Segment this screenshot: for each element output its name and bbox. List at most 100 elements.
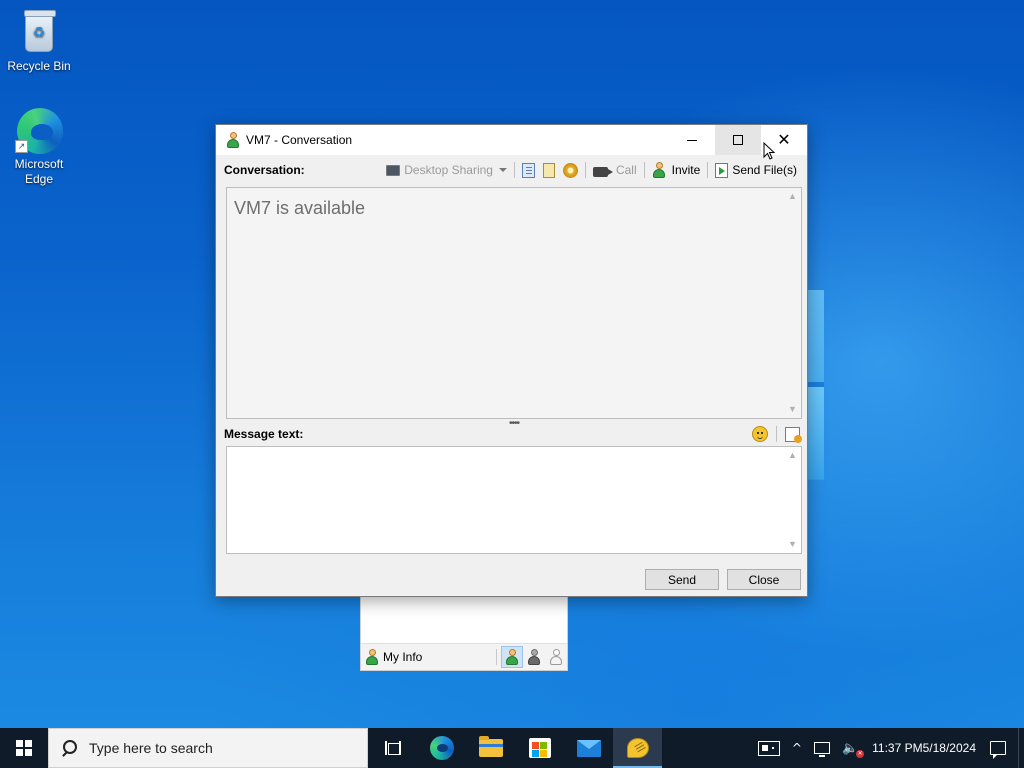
chevron-up-icon: ^ bbox=[791, 741, 802, 755]
store-icon bbox=[528, 738, 551, 758]
text-format-icon[interactable] bbox=[785, 426, 802, 443]
taskbar-messenger-button[interactable] bbox=[613, 728, 662, 768]
close-button[interactable]: Close bbox=[727, 569, 801, 590]
history-button[interactable] bbox=[519, 160, 538, 180]
title-bar[interactable]: VM7 - Conversation ✕ bbox=[216, 125, 807, 155]
taskbar-search-box[interactable]: Type here to search bbox=[48, 728, 368, 768]
offline-person-icon bbox=[549, 649, 563, 665]
call-button[interactable]: Call bbox=[590, 160, 640, 180]
message-input-box: ▲ ▼ bbox=[226, 446, 802, 554]
clock-date: 5/18/2024 bbox=[922, 741, 976, 755]
maximize-button[interactable] bbox=[715, 125, 761, 155]
toolbar-separator bbox=[776, 426, 777, 442]
attach-button[interactable] bbox=[540, 160, 558, 180]
toolbar-separator bbox=[513, 162, 515, 178]
toolbar-separator bbox=[643, 162, 645, 178]
chat-bubble-icon bbox=[626, 738, 649, 758]
task-view-icon bbox=[384, 741, 401, 755]
edge-icon: ↗ bbox=[15, 106, 63, 154]
task-view-button[interactable] bbox=[368, 728, 417, 768]
send-files-button[interactable]: Send File(s) bbox=[712, 160, 800, 180]
message-input[interactable] bbox=[227, 447, 785, 553]
notification-icon bbox=[990, 741, 1006, 759]
mail-icon bbox=[576, 739, 601, 757]
network-button[interactable] bbox=[808, 728, 836, 768]
desktop-sharing-button[interactable]: Desktop Sharing bbox=[383, 160, 510, 180]
conversation-label: Conversation: bbox=[224, 163, 305, 177]
clock[interactable]: 11:37 PM 5/18/2024 bbox=[864, 728, 984, 768]
conversation-toolbar: Desktop Sharing Call Invite Send File(s) bbox=[383, 160, 800, 180]
close-icon: ✕ bbox=[777, 130, 791, 149]
taskbar-edge-button[interactable] bbox=[417, 728, 466, 768]
send-file-icon bbox=[715, 162, 729, 178]
my-info-link[interactable]: My Info bbox=[383, 650, 422, 664]
status-away-button[interactable] bbox=[523, 646, 545, 668]
message-label-row: Message text: bbox=[224, 424, 802, 444]
show-hidden-icons-button[interactable]: ^ bbox=[786, 728, 808, 768]
scroll-down-icon[interactable]: ▼ bbox=[784, 536, 801, 553]
available-person-icon bbox=[505, 649, 519, 665]
contact-list-status-bar: My Info bbox=[361, 643, 567, 670]
toolbar-separator bbox=[584, 162, 586, 178]
mouse-cursor-icon bbox=[763, 142, 775, 160]
scroll-up-icon[interactable]: ▲ bbox=[784, 447, 801, 464]
search-icon bbox=[61, 740, 77, 756]
conversation-app-icon bbox=[226, 132, 240, 148]
taskbar-store-button[interactable] bbox=[515, 728, 564, 768]
status-available-button[interactable] bbox=[501, 646, 523, 668]
message-scrollbar[interactable]: ▲ ▼ bbox=[784, 447, 801, 553]
status-offline-button[interactable] bbox=[545, 646, 567, 668]
desktop-icon-label: Microsoft Edge bbox=[14, 157, 64, 186]
volume-button[interactable]: 🔈 ✕ bbox=[836, 728, 865, 768]
chevron-down-icon bbox=[498, 168, 507, 172]
my-info-icon bbox=[365, 649, 379, 665]
maximize-icon bbox=[733, 135, 743, 145]
call-label: Call bbox=[615, 163, 637, 177]
start-button[interactable] bbox=[0, 728, 48, 768]
away-person-icon bbox=[527, 649, 541, 665]
news-icon bbox=[757, 740, 780, 756]
folder-icon bbox=[478, 736, 503, 757]
volume-muted-icon: 🔈 ✕ bbox=[841, 740, 865, 758]
conversation-toolbar-row: Conversation: Desktop Sharing Call Invit… bbox=[224, 159, 800, 181]
wallpaper-logo-gap bbox=[808, 382, 824, 387]
desktop-sharing-label: Desktop Sharing bbox=[404, 163, 493, 177]
desktop-icon-recycle-bin[interactable]: ♻ Recycle Bin bbox=[3, 8, 75, 74]
conversation-window: VM7 - Conversation ✕ Conversation: Deskt… bbox=[215, 124, 808, 597]
scroll-down-icon[interactable]: ▼ bbox=[784, 401, 801, 418]
desktop-icon-microsoft-edge[interactable]: ↗ Microsoft Edge bbox=[3, 106, 75, 187]
minimize-button[interactable] bbox=[669, 125, 715, 155]
window-title: VM7 - Conversation bbox=[246, 133, 353, 147]
wallpaper-logo-light-lower bbox=[808, 387, 824, 479]
emoticon-icon[interactable] bbox=[752, 426, 768, 442]
desktop: ♻ Recycle Bin ↗ Microsoft Edge My Info V… bbox=[0, 0, 1024, 728]
search-placeholder: Type here to search bbox=[89, 740, 213, 756]
message-text-label: Message text: bbox=[224, 427, 304, 441]
invite-label: Invite bbox=[671, 163, 701, 177]
notifications-button[interactable] bbox=[984, 728, 1012, 768]
caption-buttons: ✕ bbox=[669, 125, 807, 155]
desktop-icon-label: Recycle Bin bbox=[7, 59, 71, 73]
taskbar-file-explorer-button[interactable] bbox=[466, 728, 515, 768]
conversation-scrollbar[interactable]: ▲ ▼ bbox=[784, 188, 801, 418]
message-toolbar bbox=[752, 426, 802, 443]
settings-button[interactable] bbox=[560, 160, 581, 180]
invite-button[interactable]: Invite bbox=[649, 160, 704, 180]
invite-people-icon bbox=[652, 162, 668, 178]
show-desktop-button[interactable] bbox=[1018, 728, 1024, 768]
minimize-icon bbox=[687, 139, 697, 141]
taskbar-mail-button[interactable] bbox=[564, 728, 613, 768]
send-button[interactable]: Send bbox=[645, 569, 719, 590]
recycle-bin-icon: ♻ bbox=[15, 8, 63, 56]
scroll-up-icon[interactable]: ▲ bbox=[784, 188, 801, 205]
news-widget-button[interactable] bbox=[752, 728, 786, 768]
conversation-history[interactable]: VM7 is available ▲ ▼ bbox=[226, 187, 802, 419]
taskbar-apps bbox=[368, 728, 662, 768]
windows-logo-icon bbox=[16, 740, 32, 756]
system-tray: ^ 🔈 ✕ 11:37 PM 5/18/2024 bbox=[752, 728, 1024, 768]
desktop-sharing-icon bbox=[386, 164, 401, 176]
history-icon bbox=[521, 162, 535, 178]
clock-time: 11:37 PM bbox=[872, 741, 923, 755]
taskbar: Type here to search ^ 🔈 ✕ 11:37 PM 5/18/2… bbox=[0, 728, 1024, 768]
clipboard-icon bbox=[542, 162, 555, 178]
